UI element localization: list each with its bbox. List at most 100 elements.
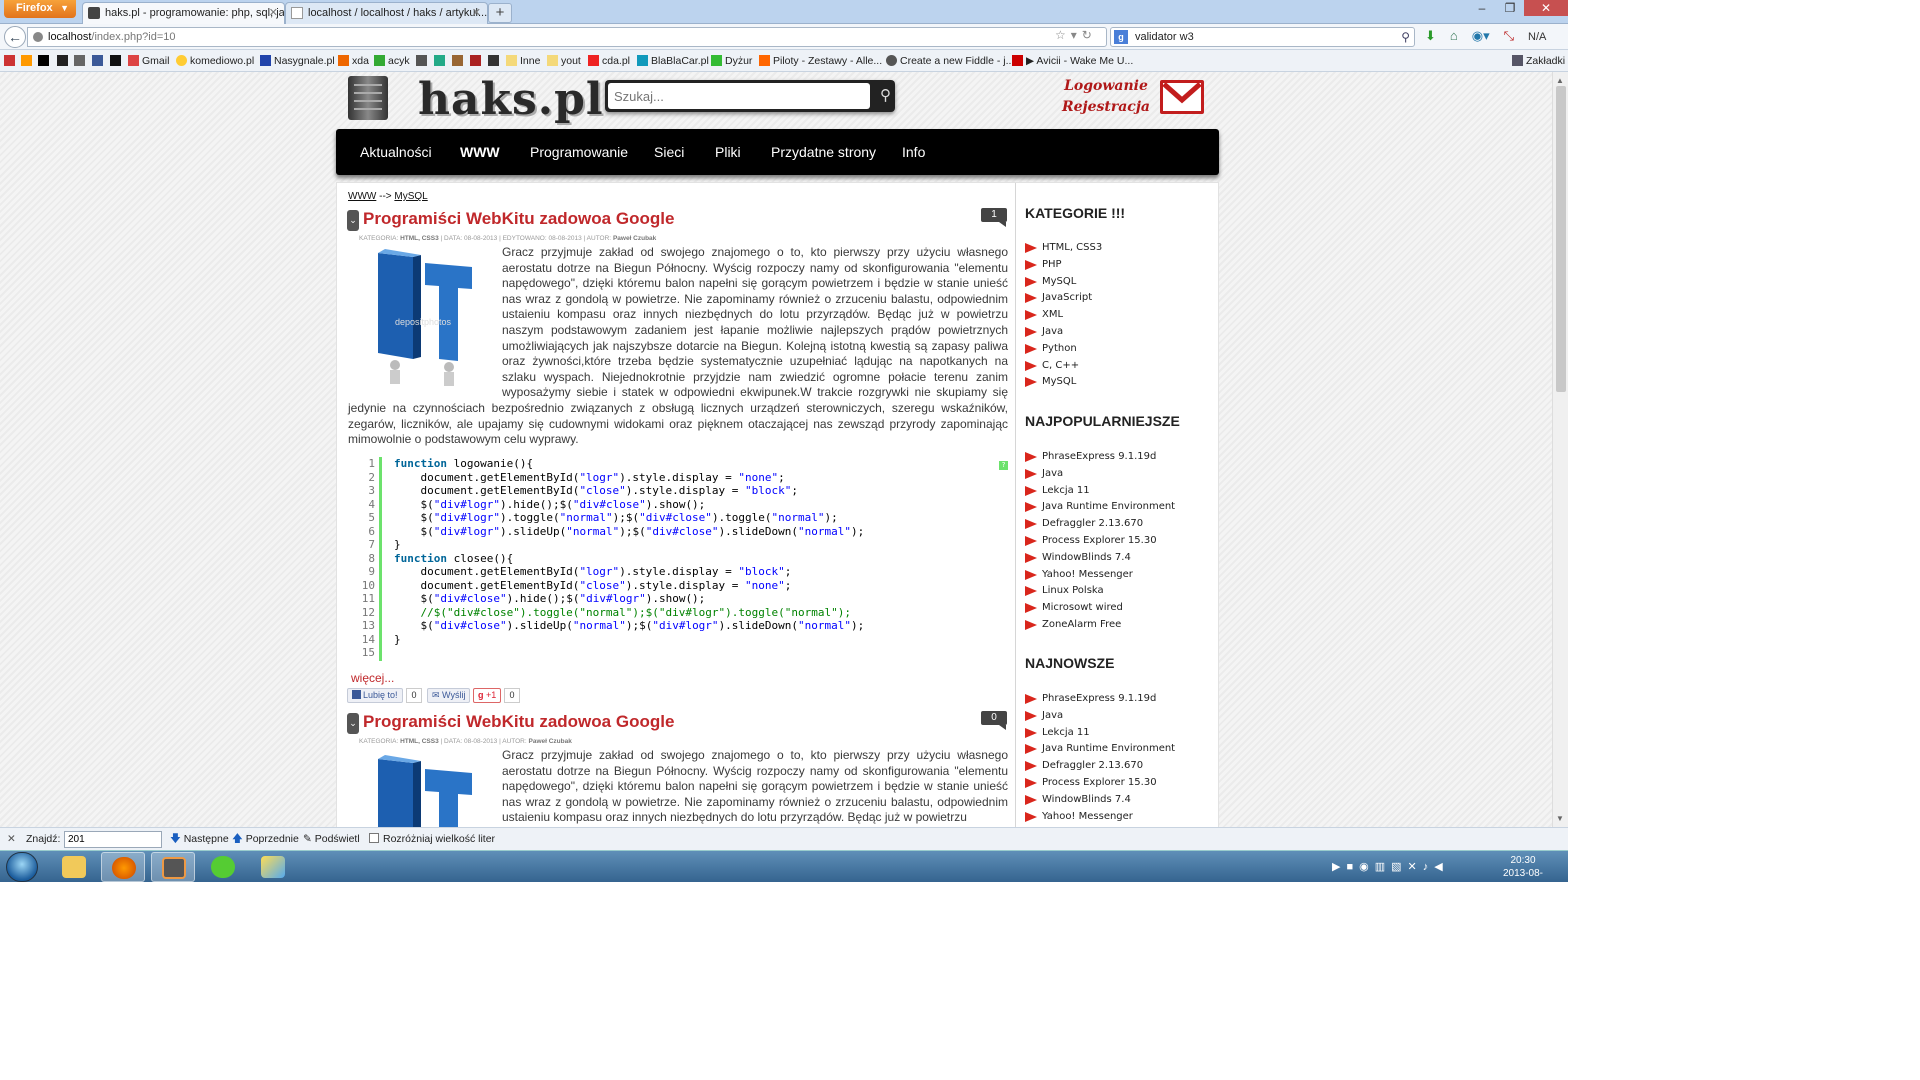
comment-count-badge[interactable]: 0 <box>981 711 1007 730</box>
newest-link[interactable]: Java Runtime Environment <box>1025 741 1215 758</box>
category-link[interactable]: XML <box>1025 307 1215 324</box>
bookmark-fiddle[interactable]: Create a new Fiddle - j... <box>886 50 1014 71</box>
bookmark-icon-1[interactable] <box>4 50 18 71</box>
minimize-button[interactable]: – <box>1468 0 1496 16</box>
bookmark-icon-misc-3[interactable] <box>452 50 466 71</box>
facebook-like-button[interactable]: Lubię to! <box>347 688 403 703</box>
bookmark-folder-inne[interactable]: Inne <box>506 50 540 71</box>
bookmark-icon-sp[interactable] <box>38 50 52 71</box>
bookmark-gmail[interactable]: Gmail <box>128 50 169 71</box>
bookmark-acyk[interactable]: acyk <box>374 50 410 71</box>
collapse-arrow-icon[interactable]: ⌄ <box>347 210 359 231</box>
reload-icon[interactable]: ↻ <box>1082 28 1097 42</box>
category-link[interactable]: Java <box>1025 324 1215 341</box>
bookmark-blablacar[interactable]: BlaBlaCar.pl <box>637 50 709 71</box>
newest-link[interactable]: Yahoo! Messenger <box>1025 809 1215 826</box>
collapse-arrow-icon[interactable]: ⌄ <box>347 713 359 734</box>
bookmark-folder-yout[interactable]: yout <box>547 50 581 71</box>
bookmark-nasygnale[interactable]: Nasygnale.pl <box>260 50 335 71</box>
popular-link[interactable]: Java <box>1025 466 1215 483</box>
addon-icon[interactable]: ◉▾ <box>1472 28 1490 44</box>
bookmark-icon-2[interactable] <box>21 50 35 71</box>
bookmark-cda[interactable]: cda.pl <box>588 50 630 71</box>
match-case-checkbox[interactable]: Rozróżniaj wielkość liter <box>369 828 495 851</box>
popular-link[interactable]: WindowBlinds 7.4 <box>1025 550 1215 567</box>
bookmark-icon-f[interactable] <box>110 50 124 71</box>
address-bar[interactable]: localhost/index.php?id=10 <box>27 27 1107 47</box>
nav-info[interactable]: Info <box>902 129 925 175</box>
popular-link[interactable]: Linux Polska <box>1025 583 1215 600</box>
register-link[interactable]: Rejestracja <box>1062 97 1150 118</box>
popular-link[interactable]: PhraseExpress 9.1.19d <box>1025 449 1215 466</box>
category-link[interactable]: MySQL <box>1025 374 1215 391</box>
nav-programowanie[interactable]: Programowanie <box>530 129 628 175</box>
close-findbar-icon[interactable]: ✕ <box>7 828 16 851</box>
find-input[interactable] <box>64 831 162 848</box>
close-tab-icon[interactable]: ✕ <box>269 3 278 23</box>
bookmark-komediowo[interactable]: komediowo.pl <box>176 50 254 71</box>
clock[interactable]: 20:30 2013-08-09 <box>1498 854 1548 893</box>
newest-link[interactable]: PhraseExpress 9.1.19d <box>1025 691 1215 708</box>
newest-link[interactable]: Java <box>1025 708 1215 725</box>
search-magnifier-icon[interactable]: ⚲ <box>1401 28 1410 46</box>
search-icon[interactable]: ⚲ <box>880 86 891 104</box>
tab-localhost[interactable]: localhost / localhost / haks / artykul..… <box>285 2 488 24</box>
scroll-down-icon[interactable]: ▼ <box>1556 814 1564 823</box>
nav-www[interactable]: WWW <box>460 129 500 175</box>
category-link[interactable]: MySQL <box>1025 274 1215 291</box>
new-tab-button[interactable]: + <box>488 3 512 23</box>
bookmark-avicii[interactable]: ▶ Avicii - Wake Me U... <box>1012 50 1133 71</box>
bookmark-icon-misc-5[interactable] <box>488 50 502 71</box>
system-tray[interactable]: ▶■◉▥▧✕♪◀ <box>1332 860 1449 873</box>
scrollbar-thumb[interactable] <box>1556 86 1566 392</box>
popular-link[interactable]: Yahoo! Messenger <box>1025 567 1215 584</box>
send-button[interactable]: ✉ Wyślij <box>427 688 471 703</box>
close-tab-icon[interactable]: ✕ <box>472 3 481 23</box>
taskbar-clover[interactable] <box>201 852 245 882</box>
category-link[interactable]: PHP <box>1025 257 1215 274</box>
category-link[interactable]: Python <box>1025 341 1215 358</box>
bookmark-icon-misc-2[interactable] <box>434 50 448 71</box>
history-dropdown-icon[interactable]: ▾ <box>1071 28 1082 42</box>
category-link[interactable]: C, C++ <box>1025 358 1215 375</box>
bookmark-icon-grid[interactable] <box>74 50 88 71</box>
read-more-link[interactable]: więcej... <box>351 671 394 685</box>
gplus-button[interactable]: g +1 <box>473 688 502 703</box>
stats-icon[interactable]: ⤡ <box>1504 28 1514 44</box>
firefox-menu-button[interactable]: Firefox ▼ <box>4 0 76 18</box>
vertical-scrollbar[interactable]: ▲ ▼ <box>1552 72 1568 827</box>
bookmark-icon-misc-1[interactable] <box>416 50 430 71</box>
bookmark-star-icon[interactable]: ☆ <box>1055 28 1071 42</box>
code-help-icon[interactable]: ? <box>999 461 1008 470</box>
bookmarks-menu[interactable]: Zakładki <box>1512 50 1565 71</box>
newest-link[interactable]: Defraggler 2.13.670 <box>1025 758 1215 775</box>
bookmark-dyzur[interactable]: Dyżur <box>711 50 752 71</box>
popular-link[interactable]: Process Explorer 15.30 <box>1025 533 1215 550</box>
category-link[interactable]: JavaScript <box>1025 290 1215 307</box>
nav-pliki[interactable]: Pliki <box>715 129 741 175</box>
find-next-button[interactable]: 🡇 Następne <box>170 828 229 851</box>
category-link[interactable]: HTML, CSS3 <box>1025 240 1215 257</box>
download-icon[interactable]: ⬇ <box>1425 28 1436 44</box>
newest-link[interactable]: WindowBlinds 7.4 <box>1025 792 1215 809</box>
popular-link[interactable]: Microsowt wired <box>1025 600 1215 617</box>
search-bar[interactable]: g validator w3 ⚲ <box>1110 27 1415 47</box>
post-title[interactable]: Programiści WebKitu zadowoa Google <box>363 712 674 732</box>
nav-aktualnosci[interactable]: Aktualności <box>360 129 432 175</box>
popular-link[interactable]: Java Runtime Environment <box>1025 499 1215 516</box>
bookmark-xda[interactable]: xda <box>338 50 369 71</box>
taskbar-paint[interactable] <box>251 852 295 882</box>
nav-przydatne-strony[interactable]: Przydatne strony <box>771 129 876 175</box>
scroll-up-icon[interactable]: ▲ <box>1556 76 1564 85</box>
tab-haks[interactable]: haks.pl - programowanie: php, sql, ja...… <box>82 2 285 24</box>
taskbar-firefox[interactable] <box>101 852 145 882</box>
comment-count-badge[interactable]: 1 <box>981 208 1007 227</box>
popular-link[interactable]: Lekcja 11 <box>1025 483 1215 500</box>
google-icon[interactable]: g <box>1114 30 1128 44</box>
facebook-icon[interactable] <box>92 50 106 71</box>
search-input[interactable] <box>608 83 870 109</box>
newest-link[interactable]: Process Explorer 15.30 <box>1025 775 1215 792</box>
close-window-button[interactable]: ✕ <box>1524 0 1568 16</box>
bookmark-icon-misc-4[interactable] <box>470 50 484 71</box>
nav-sieci[interactable]: Sieci <box>654 129 684 175</box>
